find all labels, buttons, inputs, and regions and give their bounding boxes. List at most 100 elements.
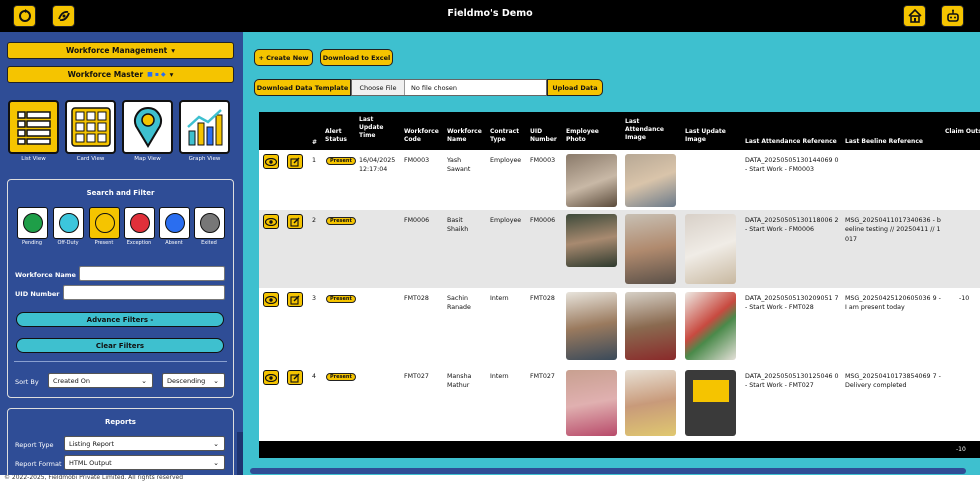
data-table: # Alert Status Last Update Time Workforc…: [259, 112, 980, 458]
upload-data-button[interactable]: Upload Data: [547, 79, 603, 96]
list-view-label: List View: [21, 156, 46, 162]
edit-button[interactable]: [287, 214, 303, 229]
workforce-master-label: Workforce Master: [67, 70, 144, 79]
contract-type: Intern: [490, 373, 509, 380]
eye-icon: [265, 217, 277, 226]
th-num: #: [312, 139, 318, 146]
workforce-code: FM0006: [404, 217, 430, 224]
th-workforce-name: Workforce Name: [447, 128, 482, 144]
workforce-name: Mansha Mathur: [447, 373, 472, 390]
row-number: 4: [312, 373, 317, 380]
divider: [14, 361, 227, 362]
edit-button[interactable]: [287, 154, 303, 169]
attendance-image[interactable]: [625, 214, 676, 284]
workforce-master-menu[interactable]: Workforce Master ■ ▪ ◆ ▾: [7, 66, 234, 83]
employee-photo[interactable]: [566, 154, 617, 207]
report-format-value: HTML Output: [69, 458, 112, 467]
grid-icon: [70, 107, 111, 147]
contract-type: Intern: [490, 295, 509, 302]
last-update-time: 16/04/2025 12:17:04: [359, 157, 396, 174]
uid-number: FMT028: [530, 295, 555, 302]
report-type-select[interactable]: Listing Report ⌄: [64, 436, 225, 451]
horizontal-scrollbar[interactable]: [250, 468, 966, 474]
choose-file-button[interactable]: Choose File: [352, 80, 405, 95]
graph-view-label: Graph View: [188, 156, 221, 162]
update-image[interactable]: [685, 292, 736, 360]
workforce-code: FMT027: [404, 373, 429, 380]
attendance-image[interactable]: [625, 292, 676, 360]
download-template-button[interactable]: Download Data Template: [254, 79, 351, 96]
chevron-down-icon: ▾: [169, 70, 174, 79]
map-view-button[interactable]: [122, 100, 173, 154]
chevron-down-icon: ⌄: [213, 377, 219, 385]
report-type-label: Report Type: [15, 441, 54, 449]
uid-number-label: UID Number: [15, 290, 60, 298]
list-view-button[interactable]: [8, 100, 59, 154]
report-type-value: Listing Report: [69, 439, 115, 448]
reports-panel: Reports Report Type Listing Report ⌄ Rep…: [7, 408, 234, 475]
status-exception-button[interactable]: [124, 207, 155, 239]
sort-order-select[interactable]: Descending ⌄: [162, 373, 225, 388]
th-alert-status: Alert Status: [325, 128, 347, 144]
view-button[interactable]: [263, 214, 279, 229]
assistant-button[interactable]: [941, 5, 964, 27]
row-number: 2: [312, 217, 317, 224]
view-button[interactable]: [263, 370, 279, 385]
update-image[interactable]: [685, 370, 736, 436]
uid-number-input[interactable]: [63, 285, 225, 300]
status-exited-dot: [199, 213, 220, 233]
view-button[interactable]: [263, 154, 279, 169]
workforce-name: Yash Sawant: [447, 157, 471, 174]
graph-view-button[interactable]: [179, 100, 230, 154]
map-view-label: Map View: [134, 156, 161, 162]
chevron-down-icon: ⌄: [141, 377, 147, 385]
app-title: Fieldmo's Demo: [447, 8, 533, 19]
file-input[interactable]: Choose File No file chosen: [351, 79, 547, 96]
status-pending-button[interactable]: [17, 207, 48, 239]
update-image[interactable]: [685, 214, 736, 284]
clear-filters-button[interactable]: Clear Filters: [16, 338, 224, 353]
search-filter-title: Search and Filter: [86, 189, 155, 197]
chart-icon: [186, 109, 222, 146]
employee-photo[interactable]: [566, 292, 617, 360]
report-format-select[interactable]: HTML Output ⌄: [64, 455, 225, 470]
sort-by-select[interactable]: Created On ⌄: [48, 373, 153, 388]
status-pending-dot: [22, 213, 43, 233]
status-offduty-button[interactable]: [53, 207, 84, 239]
robot-icon: [946, 9, 959, 22]
status-present-dot: [94, 213, 115, 233]
sort-by-label: Sort By: [15, 378, 39, 386]
th-contract-type: Contract Type: [490, 128, 520, 144]
attendance-image[interactable]: [625, 370, 676, 436]
status-absent-button[interactable]: [159, 207, 190, 239]
create-new-button[interactable]: + Create New: [254, 49, 313, 66]
workforce-name-label: Workforce Name: [15, 271, 76, 279]
employee-photo[interactable]: [566, 214, 617, 267]
edit-icon: [290, 157, 300, 167]
download-excel-button[interactable]: Download to Excel: [320, 49, 393, 66]
home-button[interactable]: [903, 5, 926, 27]
edit-button[interactable]: [287, 292, 303, 307]
home-icon: [907, 8, 922, 23]
contract-type: Employee: [490, 157, 522, 164]
status-present-button[interactable]: [89, 207, 120, 239]
workforce-name-input[interactable]: [79, 266, 225, 281]
sort-order-value: Descending: [167, 376, 206, 385]
edit-button[interactable]: [287, 370, 303, 385]
table-row: 2 Present FM0006 Basit Shaikh Employee F…: [259, 210, 980, 288]
status-badge: Present: [326, 295, 356, 303]
advance-filters-button[interactable]: Advance Filters -: [16, 312, 224, 327]
beeline-reference: MSG_20250411017340636 - beeline testing …: [845, 217, 941, 243]
row-number: 1: [312, 157, 317, 164]
workforce-management-menu[interactable]: Workforce Management ▾: [7, 42, 234, 59]
sidebar-scrollbar[interactable]: [237, 432, 243, 475]
employee-photo[interactable]: [566, 370, 617, 436]
view-button[interactable]: [263, 292, 279, 307]
attendance-image[interactable]: [625, 154, 676, 207]
workforce-code: FMT028: [404, 295, 429, 302]
status-exited-button[interactable]: [194, 207, 225, 239]
status-exception-dot: [129, 213, 150, 233]
card-view-button[interactable]: [65, 100, 116, 154]
status-absent-label: Absent: [165, 240, 183, 246]
th-last-update-time: Last Update Time: [359, 116, 384, 140]
